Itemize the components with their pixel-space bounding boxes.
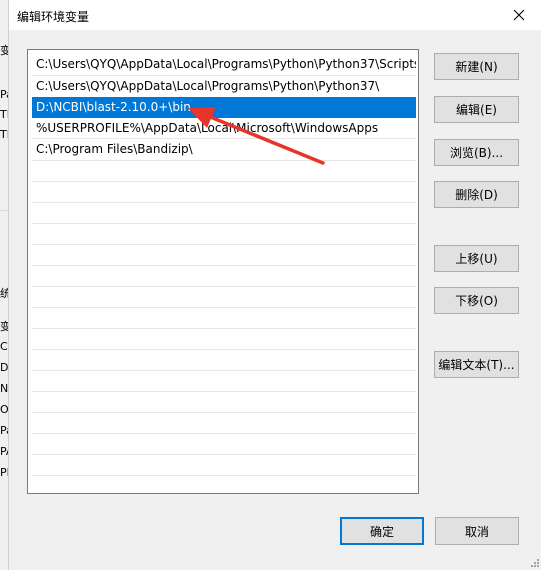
row-separator <box>32 328 416 329</box>
row-separator <box>32 370 416 371</box>
row-separator <box>32 454 416 455</box>
row-separator <box>32 349 416 350</box>
row-separator <box>32 475 416 476</box>
delete-button[interactable]: 删除(D) <box>434 181 519 208</box>
title-bar[interactable]: 编辑环境变量 <box>9 0 541 30</box>
list-item-selected[interactable]: D:\NCBI\blast-2.10.0+\bin <box>32 97 416 118</box>
move-down-button[interactable]: 下移(O) <box>434 287 519 314</box>
list-item[interactable]: C:\Users\QYQ\AppData\Local\Programs\Pyth… <box>32 76 416 97</box>
edit-button[interactable]: 编辑(E) <box>434 96 519 123</box>
row-separator <box>32 265 416 266</box>
edit-text-button[interactable]: 编辑文本(T)... <box>434 351 519 378</box>
browse-button[interactable]: 浏览(B)... <box>434 139 519 166</box>
close-button[interactable] <box>496 0 541 30</box>
row-separator <box>32 286 416 287</box>
row-separator <box>32 181 416 182</box>
row-separator <box>32 138 416 139</box>
row-separator <box>32 307 416 308</box>
resize-grip-icon[interactable] <box>530 558 540 568</box>
row-separator <box>32 202 416 203</box>
close-icon <box>513 9 525 21</box>
list-item[interactable]: C:\Program Files\Bandizip\ <box>32 139 416 160</box>
list-item[interactable]: %USERPROFILE%\AppData\Local\Microsoft\Wi… <box>32 118 416 139</box>
ok-button[interactable]: 确定 <box>340 517 424 545</box>
row-separator <box>32 391 416 392</box>
row-separator <box>32 160 416 161</box>
dialog-title: 编辑环境变量 <box>17 10 90 24</box>
move-up-button[interactable]: 上移(U) <box>434 245 519 272</box>
row-separator <box>32 433 416 434</box>
path-list[interactable]: C:\Users\QYQ\AppData\Local\Programs\Pyth… <box>27 49 419 494</box>
list-item[interactable]: C:\Users\QYQ\AppData\Local\Programs\Pyth… <box>32 54 416 75</box>
new-button[interactable]: 新建(N) <box>434 53 519 80</box>
edit-env-var-dialog: 编辑环境变量 C:\Users\QYQ\AppData\Local\Progra… <box>8 0 541 570</box>
row-separator <box>32 75 416 76</box>
row-separator <box>32 244 416 245</box>
cancel-button[interactable]: 取消 <box>435 517 519 545</box>
row-separator <box>32 223 416 224</box>
row-separator <box>32 412 416 413</box>
